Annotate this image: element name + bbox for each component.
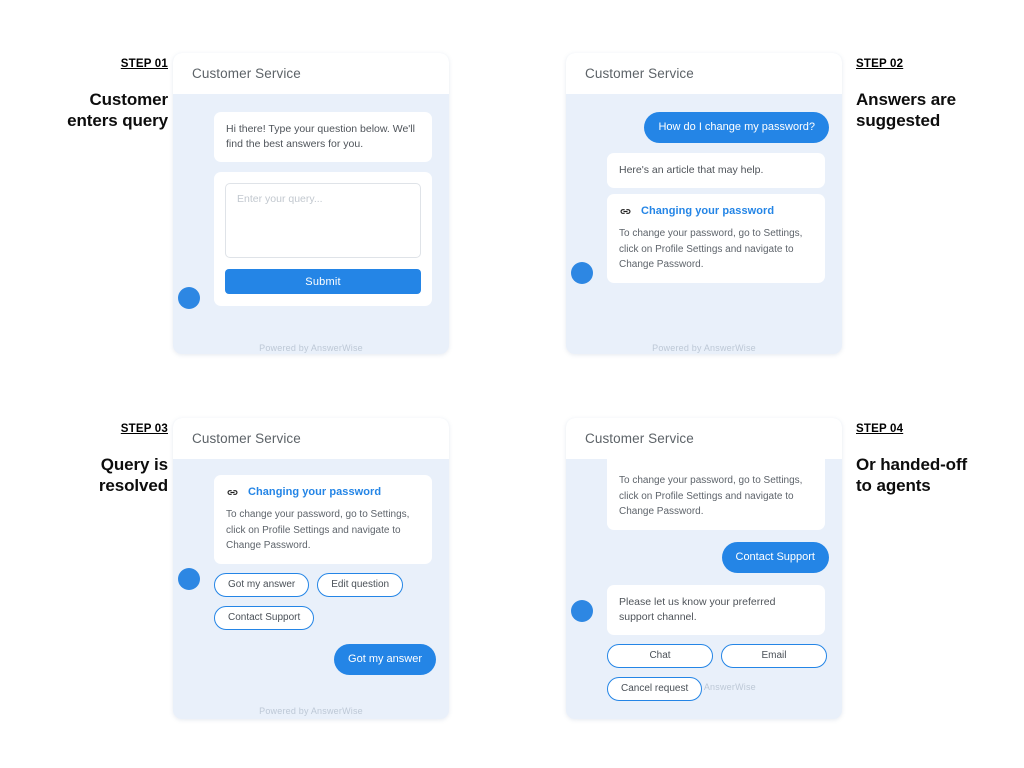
step-04-title-line1: Or handed-off [856,455,968,474]
step-03-caption: STEP 03 Query is resolved [18,419,168,496]
link-icon [227,490,238,495]
chat-widget-04: Customer Service To change your password… [566,418,842,719]
step-02-title-line2: suggested [856,111,941,130]
widget-footer-03: Powered by AnswerWise [259,706,363,716]
widget-header-04: Customer Service [566,418,842,459]
widget-header-01: Customer Service [173,53,449,94]
step-01-title: Customer enters query [18,89,168,131]
article-link-02[interactable]: Changing your password [641,204,774,219]
article-body-02: To change your password, go to Settings,… [619,228,803,270]
step-01-kicker: STEP 01 [120,58,168,70]
step-block-02: STEP 02 Answers are suggested Customer S… [548,40,1008,370]
chat-widget-03: Customer Service Changing your password … [173,418,449,719]
widget-title-03: Customer Service [192,431,301,446]
article-card-04[interactable]: To change your password, go to Settings,… [607,451,825,530]
step-04-caption: STEP 04 Or handed-off to agents [856,419,1006,496]
quick-reply-row-b-04: Cancel request [607,676,829,701]
chat-widget-02: Customer Service How do I change my pass… [566,53,842,354]
widget-header-02: Customer Service [566,53,842,94]
widget-header-03: Customer Service [173,418,449,459]
chip-edit-question[interactable]: Edit question [317,572,404,597]
steps-board: STEP 01 Customer enters query Customer S… [0,0,1024,768]
quick-reply-row-a-04: Chat Email [607,643,829,668]
article-link-03[interactable]: Changing your password [248,485,381,500]
widget-footer-01: Powered by AnswerWise [259,343,363,353]
widget-body-04: To change your password, go to Settings,… [566,451,842,701]
widget-body-03: Changing your password To change your pa… [173,475,449,706]
step-03-title-line1: Query is [100,455,168,474]
step-01-title-line2: enters query [67,111,168,130]
submit-button[interactable]: Submit [225,269,421,294]
widget-title-01: Customer Service [192,66,301,81]
user-message-row-03: Got my answer [186,643,436,675]
bot-avatar-01 [178,287,200,309]
query-composer: Enter your query... Submit [214,172,432,306]
article-body-03: To change your password, go to Settings,… [226,509,410,551]
chip-email[interactable]: Email [721,643,827,668]
step-03-title: Query is resolved [18,454,168,496]
step-02-caption: STEP 02 Answers are suggested [856,54,1006,131]
link-icon [620,209,631,214]
widget-body-02: How do I change my password? Here's an a… [566,112,842,343]
step-04-kicker: STEP 04 [856,423,904,435]
chip-cancel-request[interactable]: Cancel request [607,676,703,701]
user-message-bubble-04: Contact Support [721,541,829,573]
chip-contact-support[interactable]: Contact Support [214,605,315,630]
step-03-title-line2: resolved [98,476,168,495]
bot-avatar-02 [571,262,593,284]
user-message-bubble-03: Got my answer [334,643,436,675]
step-02-title-line1: Answers are [856,90,957,109]
step-block-04: STEP 04 Or handed-off to agents Customer… [548,405,1008,735]
widget-body-01: Hi there! Type your question below. We'l… [173,112,449,343]
step-04-title: Or handed-off to agents [856,454,1006,496]
bot-avatar-03 [178,568,200,590]
user-message-bubble-02: How do I change my password? [644,112,829,143]
bot-avatar-04 [571,600,593,622]
quick-reply-row-a-03: Got my answer Edit question [214,572,436,597]
widget-title-04: Customer Service [585,431,694,446]
bot-message-bubble-04: Please let us know your preferred suppor… [607,584,825,635]
user-message-row-02: How do I change my password? [579,112,829,143]
chip-got-my-answer[interactable]: Got my answer [214,572,310,597]
step-02-kicker: STEP 02 [856,58,904,70]
step-03-kicker: STEP 03 [120,423,168,435]
search-input[interactable]: Enter your query... [225,183,421,258]
chip-chat[interactable]: Chat [607,643,713,668]
step-01-caption: STEP 01 Customer enters query [18,54,168,131]
widget-footer-02: Powered by AnswerWise [652,343,756,353]
article-title-row-03: Changing your password [226,485,420,500]
step-01-title-line1: Customer [89,90,168,109]
step-block-01: STEP 01 Customer enters query Customer S… [8,40,468,370]
chat-widget-01: Customer Service Hi there! Type your que… [173,53,449,354]
article-card-02[interactable]: Changing your password To change your pa… [607,194,825,283]
bot-message-bubble-02: Here's an article that may help. [607,153,825,188]
article-card-03[interactable]: Changing your password To change your pa… [214,475,432,564]
user-message-row-04: Contact Support [579,541,829,573]
step-04-title-line2: to agents [856,476,931,495]
article-title-row-02: Changing your password [619,204,813,219]
step-02-title: Answers are suggested [856,89,1006,131]
quick-reply-row-b-03: Contact Support [214,605,436,630]
bot-greeting-bubble: Hi there! Type your question below. We'l… [214,112,432,162]
step-block-03: STEP 03 Query is resolved Customer Servi… [8,405,468,735]
article-body-04: To change your password, go to Settings,… [619,475,803,517]
widget-title-02: Customer Service [585,66,694,81]
